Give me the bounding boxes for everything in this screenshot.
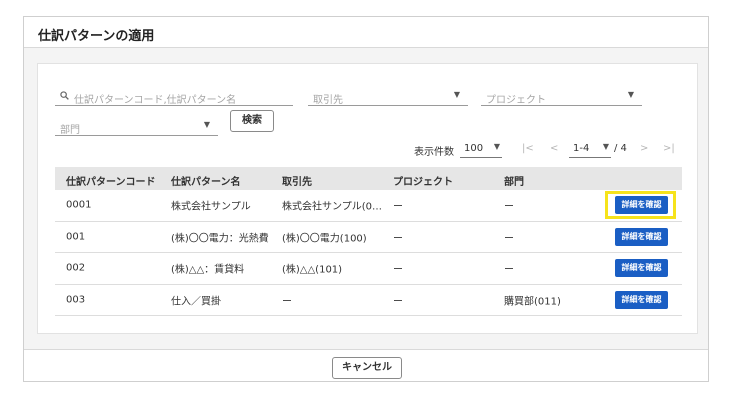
partner-select[interactable]: 取引先 ▼ — [308, 86, 468, 106]
department-select[interactable]: 部門 ▼ — [55, 116, 218, 136]
cancel-button[interactable]: キャンセル — [332, 357, 402, 379]
search-placeholder: 仕訳パターンコード,仕訳パターン名 — [74, 95, 237, 106]
row-name: (株)△△：賃貸料 — [171, 264, 245, 276]
chevron-down-icon: ▼ — [493, 142, 500, 151]
page-range-value: 1-4 — [573, 143, 590, 154]
partner-placeholder: 取引先 — [313, 95, 343, 106]
column-header-partner: 取引先 — [282, 177, 312, 188]
row-code: 002 — [66, 262, 86, 274]
row-name: 仕入／買掛 — [171, 296, 221, 308]
chevron-down-icon: ▼ — [602, 142, 609, 151]
project-select[interactable]: プロジェクト ▼ — [481, 86, 642, 106]
row-partner: (株)△△(101) — [282, 264, 343, 276]
next-page-icon[interactable]: > — [640, 143, 648, 154]
table-row: 003 仕入／買掛 ー ー 購買部(011) 詳細を確認 — [55, 285, 682, 316]
column-header-department: 部門 — [504, 177, 524, 188]
table-row: 0001 株式会社サンプル 株式会社サンプル(0… ー ー 詳細を確認 — [55, 190, 682, 222]
dialog-body: 仕訳パターンコード,仕訳パターン名 取引先 ▼ プロジェクト ▼ 部門 ▼ 検索… — [24, 48, 708, 350]
last-page-icon[interactable]: >| — [663, 143, 675, 154]
search-input[interactable]: 仕訳パターンコード,仕訳パターン名 — [55, 86, 293, 106]
view-detail-button[interactable]: 詳細を確認 — [615, 227, 668, 246]
row-partner: (株)〇〇電力(100) — [282, 233, 367, 245]
row-partner: 株式会社サンプル(0… — [282, 201, 382, 213]
row-department: ー — [504, 233, 514, 245]
table-row: 001 (株)〇〇電力：光熱費 (株)〇〇電力(100) ー ー 詳細を確認 — [55, 222, 682, 253]
row-project: ー — [393, 233, 403, 245]
first-page-icon[interactable]: |< — [522, 143, 534, 154]
row-code: 003 — [66, 294, 86, 306]
project-placeholder: プロジェクト — [486, 95, 546, 106]
column-header-code: 仕訳パターンコード — [66, 177, 156, 188]
search-card: 仕訳パターンコード,仕訳パターン名 取引先 ▼ プロジェクト ▼ 部門 ▼ 検索… — [37, 63, 698, 334]
row-partner: ー — [282, 296, 292, 308]
row-project: ー — [393, 296, 403, 308]
page-range-select[interactable]: 1-4 ▼ — [569, 140, 611, 158]
pattern-table: 仕訳パターンコード 仕訳パターン名 取引先 プロジェクト 部門 0001 株式会… — [55, 167, 682, 316]
journal-pattern-dialog: 仕訳パターンの適用 仕訳パターンコード,仕訳パターン名 取引先 ▼ プロジェクト… — [23, 16, 709, 382]
dialog-title: 仕訳パターンの適用 — [24, 17, 708, 48]
row-name: (株)〇〇電力：光熱費 — [171, 233, 269, 245]
per-page-select[interactable]: 100 ▼ — [460, 140, 502, 158]
row-department: ー — [504, 264, 514, 276]
prev-page-icon[interactable]: < — [550, 143, 558, 154]
department-placeholder: 部門 — [60, 125, 80, 136]
row-code: 001 — [66, 231, 86, 243]
row-project: ー — [393, 264, 403, 276]
table-row: 002 (株)△△：賃貸料 (株)△△(101) ー ー 詳細を確認 — [55, 253, 682, 285]
view-detail-button[interactable]: 詳細を確認 — [615, 290, 668, 309]
row-project: ー — [393, 201, 403, 213]
row-code: 0001 — [66, 199, 92, 211]
per-page-value: 100 — [464, 143, 484, 154]
chevron-down-icon: ▼ — [203, 120, 210, 129]
chevron-down-icon: ▼ — [453, 90, 460, 99]
row-department: 購買部(011) — [504, 296, 561, 308]
column-header-project: プロジェクト — [393, 177, 453, 188]
search-button[interactable]: 検索 — [230, 110, 274, 132]
row-department: ー — [504, 201, 514, 213]
column-header-name: 仕訳パターン名 — [171, 177, 241, 188]
view-detail-button[interactable]: 詳細を確認 — [615, 196, 668, 215]
table-header: 仕訳パターンコード 仕訳パターン名 取引先 プロジェクト 部門 — [55, 167, 682, 190]
search-icon — [60, 91, 69, 100]
view-detail-button[interactable]: 詳細を確認 — [615, 259, 668, 278]
per-page-label: 表示件数 — [414, 147, 454, 158]
row-name: 株式会社サンプル — [171, 201, 251, 213]
page-total: / 4 — [614, 143, 627, 154]
chevron-down-icon: ▼ — [627, 90, 634, 99]
